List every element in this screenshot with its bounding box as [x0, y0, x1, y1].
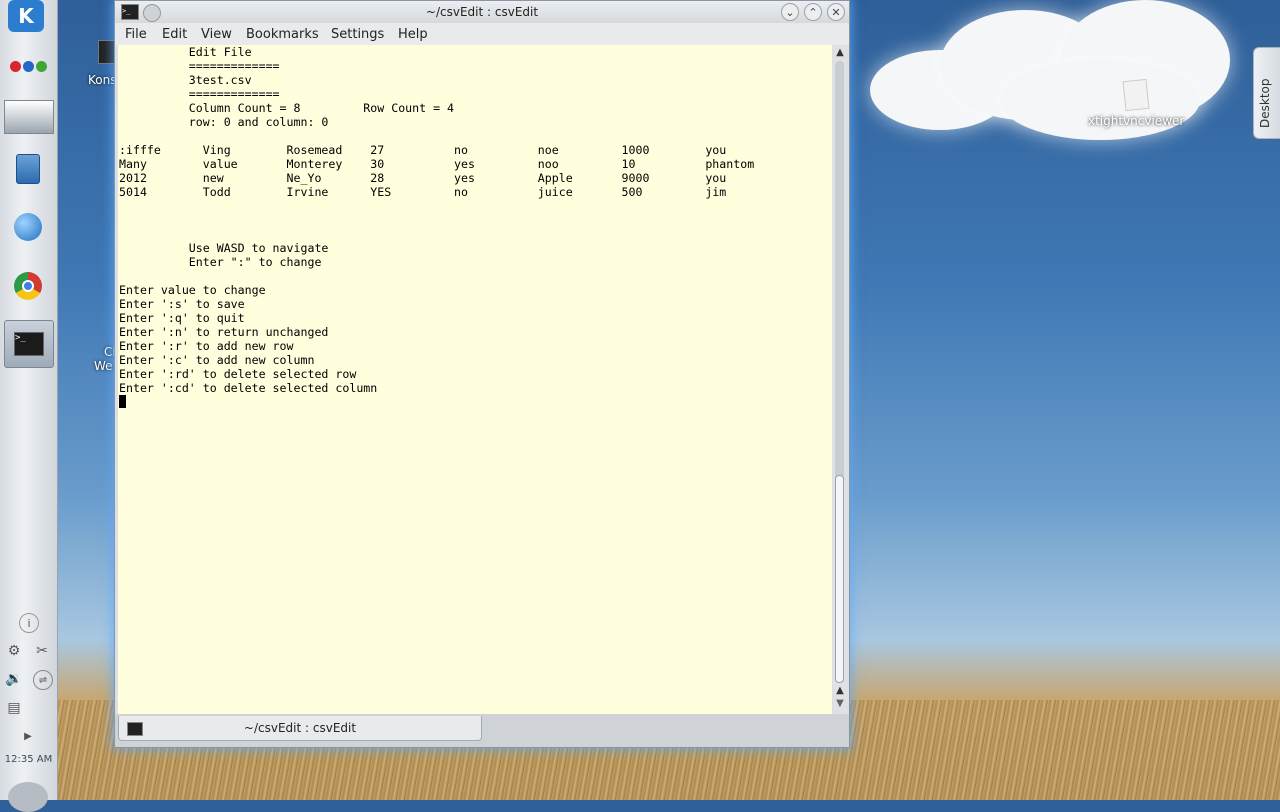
clock[interactable]: 12:35 AM: [0, 754, 57, 765]
pager-button[interactable]: [4, 100, 54, 134]
menu-help[interactable]: Help: [398, 27, 428, 42]
close-button[interactable]: ✕: [827, 3, 845, 21]
desktop-icon-label: xtightvncviewer: [1088, 114, 1185, 128]
konsole-window: >_ ~/csvEdit : csvEdit ⌄ ⌃ ✕ File Edit V…: [114, 0, 850, 748]
title-bar[interactable]: >_ ~/csvEdit : csvEdit ⌄ ⌃ ✕: [115, 1, 849, 23]
panel-toolbox[interactable]: [8, 782, 48, 812]
desktop-toolbox-tab[interactable]: Desktop: [1253, 47, 1280, 139]
menu-settings[interactable]: Settings: [331, 27, 384, 42]
chrome-icon: [14, 272, 42, 300]
desktop-icon-konsole-label[interactable]: Kons: [88, 73, 116, 87]
desktop-icon-xtightvncviewer[interactable]: xtightvncviewer: [1088, 78, 1185, 128]
scroll-down-arrow-icon[interactable]: ▼: [833, 698, 847, 710]
terminal-cursor: [119, 395, 126, 408]
desktop-tab-label: Desktop: [1258, 78, 1272, 129]
scrollbar[interactable]: ▲ ▲ ▼: [833, 45, 847, 714]
usb-icon[interactable]: ⇌: [33, 670, 53, 690]
chrome-button[interactable]: [6, 264, 50, 308]
menu-edit[interactable]: Edit: [162, 27, 187, 42]
scissors-icon[interactable]: ✂: [33, 642, 51, 660]
clipboard-icon[interactable]: ▤: [5, 699, 23, 717]
session-tab[interactable]: ~/csvEdit : csvEdit: [118, 716, 482, 741]
volume-icon[interactable]: 🔉: [5, 670, 23, 688]
file-manager-button[interactable]: [6, 147, 50, 191]
activity-dots-icon[interactable]: [6, 54, 50, 78]
terminal-icon: >_: [14, 332, 44, 356]
web-browser-button[interactable]: [6, 205, 50, 249]
menu-bookmarks[interactable]: Bookmarks: [246, 27, 319, 42]
scroll-thumb[interactable]: [835, 475, 844, 683]
file-manager-icon: [16, 154, 40, 184]
minimize-button[interactable]: ⌄: [781, 3, 799, 21]
kde-menu-icon[interactable]: K: [8, 0, 44, 32]
expand-tray-icon[interactable]: ▶: [19, 727, 37, 745]
terminal-area[interactable]: Edit File ============= 3test.csv ======…: [118, 45, 832, 714]
window-title: ~/csvEdit : csvEdit: [425, 5, 539, 19]
tab-bar: ~/csvEdit : csvEdit: [115, 714, 849, 747]
info-icon[interactable]: i: [19, 613, 39, 633]
maximize-button[interactable]: ⌃: [804, 3, 822, 21]
menu-bar: File Edit View Bookmarks Settings Help: [115, 23, 849, 45]
kde-panel: K >_ i ⚙ ✂ 🔉 ⇌ ▤ ▶ 12:35 AM: [0, 0, 58, 812]
document-icon: [1122, 78, 1150, 112]
globe-icon: [14, 213, 42, 241]
terminal-output: Edit File ============= 3test.csv ======…: [119, 45, 755, 395]
scroll-down-arrow-icon[interactable]: ▲: [833, 685, 847, 697]
terminal-task-button[interactable]: >_: [4, 320, 54, 368]
menu-file[interactable]: File: [125, 27, 147, 42]
tab-label: ~/csvEdit : csvEdit: [243, 721, 357, 735]
scroll-up-arrow-icon[interactable]: ▲: [833, 47, 847, 59]
gear-icon[interactable]: ⚙: [5, 642, 23, 660]
menu-view[interactable]: View: [201, 27, 232, 42]
desktop-icon-web-label-2[interactable]: We: [94, 359, 113, 373]
